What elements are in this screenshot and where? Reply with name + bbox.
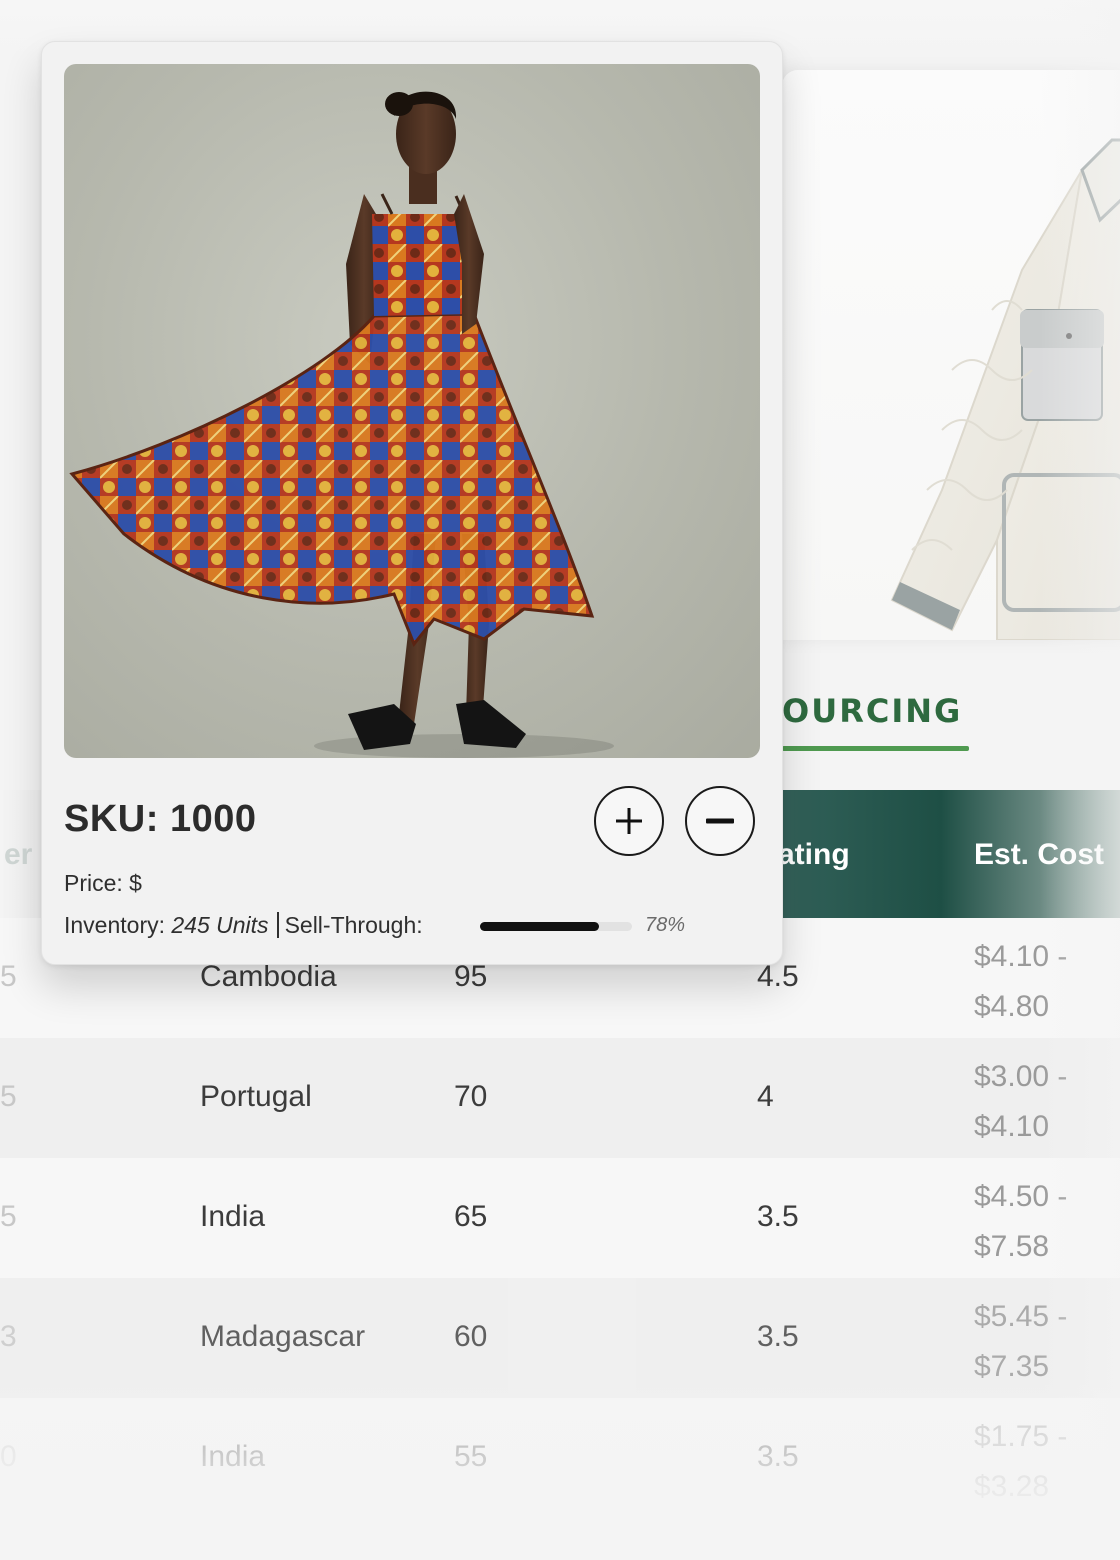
cell-country: Portugal <box>200 1080 312 1113</box>
cell-score: 0 <box>0 1440 17 1473</box>
minus-icon <box>706 818 734 824</box>
cell-score: 5 <box>0 1200 17 1233</box>
divider <box>276 912 279 938</box>
dress-photo[interactable] <box>64 64 760 758</box>
cost-low: $5.45 - <box>974 1300 1068 1333</box>
cost-high: $7.35 <box>974 1350 1050 1383</box>
cell-reliability: 65 <box>454 1200 488 1233</box>
column-header-est-cost[interactable]: Est. Cost <box>974 838 1104 872</box>
cell-reliability: 60 <box>454 1320 488 1353</box>
active-tab-indicator <box>782 746 969 751</box>
cell-reliability: 70 <box>454 1080 488 1113</box>
cell-rating: 4 <box>757 1080 774 1113</box>
cell-score: 5 <box>0 1080 17 1113</box>
remove-button[interactable] <box>685 786 755 856</box>
table-row[interactable]: 5 Portugal 70 4 $3.00 - $4.10 <box>0 1038 1120 1158</box>
cost-low: $1.75 - <box>974 1420 1068 1453</box>
table-row[interactable]: 0 India 55 3.5 $1.75 - $3.28 <box>0 1398 1120 1518</box>
cell-est-cost: $1.75 - $3.28 <box>974 1412 1114 1512</box>
cell-reliability: 95 <box>454 960 488 993</box>
cell-est-cost: $4.10 - $4.80 <box>974 932 1114 1032</box>
cell-score: 3 <box>0 1320 17 1353</box>
table-row[interactable]: 5 India 65 3.5 $4.50 - $7.58 <box>0 1158 1120 1278</box>
product-card[interactable]: SKU: 1000 Price: $ Inventory: 245 Units S… <box>41 41 783 965</box>
cell-rating: 3.5 <box>757 1200 799 1233</box>
column-header-rating[interactable]: ating <box>778 838 850 872</box>
cell-est-cost: $5.45 - $7.35 <box>974 1292 1114 1392</box>
cost-low: $4.50 - <box>974 1180 1068 1213</box>
cell-est-cost: $4.50 - $7.58 <box>974 1172 1114 1272</box>
column-header-partial[interactable]: er <box>4 838 32 872</box>
sell-through-label: Sell-Through: <box>284 912 423 938</box>
cell-est-cost: $3.00 - $4.10 <box>974 1052 1114 1152</box>
cost-high: $7.58 <box>974 1230 1050 1263</box>
price-label: Price: $ <box>64 870 142 896</box>
inventory-value: 245 Units <box>171 912 269 938</box>
sell-through-percent: 78% <box>645 914 686 936</box>
cost-low: $4.10 - <box>974 940 1068 973</box>
sourcing-table-body: 5 Cambodia 95 4.5 $4.10 - $4.80 5 Portuga… <box>0 918 1120 1518</box>
add-button[interactable] <box>594 786 664 856</box>
inventory-label: Inventory: <box>64 912 172 938</box>
cell-reliability: 55 <box>454 1440 488 1473</box>
cell-country: India <box>200 1200 266 1233</box>
sell-through-bar <box>480 922 632 931</box>
cell-rating: 4.5 <box>757 960 799 993</box>
cell-rating: 3.5 <box>757 1440 799 1473</box>
cell-rating: 3.5 <box>757 1320 799 1353</box>
table-row[interactable]: 3 Madagascar 60 3.5 $5.45 - $7.35 <box>0 1278 1120 1398</box>
cost-high: $3.28 <box>974 1470 1050 1503</box>
cost-high: $4.10 <box>974 1110 1050 1143</box>
inventory-line: Inventory: 245 Units Sell-Through: <box>64 912 423 939</box>
cost-low: $3.00 - <box>974 1060 1068 1093</box>
cost-high: $4.80 <box>974 990 1050 1023</box>
plus-icon <box>616 808 642 834</box>
tab-sourcing[interactable]: OURCING <box>782 692 962 730</box>
cell-country: Cambodia <box>200 960 337 993</box>
cell-country: India <box>200 1440 266 1473</box>
sell-through-fill <box>480 922 599 931</box>
sku-title: SKU: 1000 <box>64 798 257 840</box>
jacket-photo <box>782 70 1120 640</box>
cell-score: 5 <box>0 960 17 993</box>
cell-country: Madagascar <box>200 1320 366 1353</box>
